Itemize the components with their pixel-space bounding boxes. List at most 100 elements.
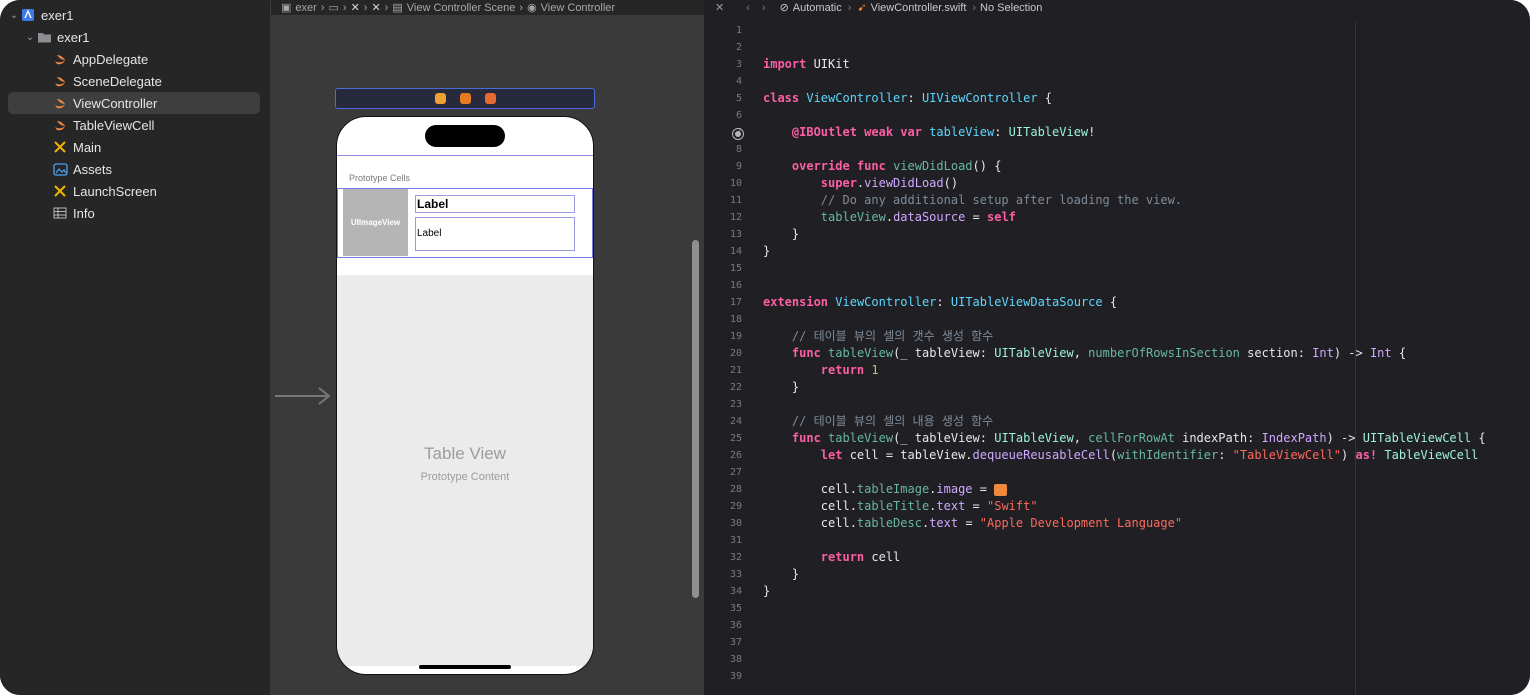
line-number: 39 (729, 671, 742, 682)
line-number: 37 (729, 637, 742, 648)
chevron-right-icon: › (972, 1, 977, 14)
nav-item-scenedelegate[interactable]: SceneDelegate (8, 70, 260, 92)
jump-bar-mode[interactable]: Automatic (793, 2, 842, 14)
scene-dock[interactable] (335, 88, 595, 109)
line-number: 20 (729, 348, 742, 359)
code-line-19: // 테이블 뷰의 셀의 갯수 생성 함수 (763, 329, 994, 343)
nav-item-label: exer1 (57, 29, 90, 45)
table-image-view[interactable]: UIImageView (343, 189, 408, 256)
line-number: 17 (729, 297, 742, 308)
line-number: 24 (729, 416, 742, 427)
forward-icon[interactable]: › (762, 2, 766, 14)
nav-item-info[interactable]: Info (8, 202, 260, 224)
line-number: 35 (729, 603, 742, 614)
breadcrumb-item[interactable]: View Controller Scene (407, 2, 516, 14)
exit-icon[interactable] (484, 93, 496, 104)
xcode-window: ⌄ exer1 ⌄ exer1 AppDelegate SceneDelegat… (0, 0, 1530, 695)
chevron-right-icon: › (363, 1, 368, 14)
table-desc-label[interactable]: Label (415, 217, 575, 251)
nav-item-project[interactable]: ⌄ exer1 (8, 4, 260, 26)
line-number: 5 (735, 93, 742, 104)
code-line-14: } (763, 244, 771, 258)
nav-item-label: AppDelegate (73, 51, 149, 67)
line-number: 1 (735, 25, 742, 36)
breadcrumb-item[interactable]: View Controller (541, 2, 615, 14)
swift-file-icon: ➹ (857, 2, 867, 14)
storyboard-icon: ✕ (371, 2, 381, 14)
storyboard-icon: ▣ (281, 2, 292, 14)
nav-item-group[interactable]: ⌄ exer1 (8, 26, 260, 48)
prototype-cells-label: Prototype Cells (349, 173, 411, 183)
table-view-title: Table View (424, 444, 506, 463)
swift-file-icon (52, 73, 68, 89)
nav-item-label: exer1 (41, 7, 74, 23)
line-number: 11 (729, 195, 742, 206)
first-responder-icon[interactable] (459, 93, 471, 104)
jump-bar-selection[interactable]: No Selection (980, 2, 1042, 14)
folder-icon: ▭ (328, 2, 339, 14)
image-literal-icon[interactable] (994, 483, 1008, 496)
iphone-frame[interactable]: Prototype Cells UIImageView Label Label … (336, 116, 594, 675)
storyboard-icon: ✕ (350, 2, 360, 14)
code-line-25: func tableView(_ tableView: UITableView,… (791, 431, 1486, 445)
home-indicator (419, 665, 511, 669)
chevron-right-icon: › (519, 1, 524, 14)
nav-item-main[interactable]: Main (8, 136, 260, 158)
code-line-7: @IBOutlet weak var tableView: UITableVie… (791, 125, 1096, 139)
initial-view-controller-arrow-icon (275, 387, 331, 405)
assets-icon (52, 161, 68, 177)
line-number: 30 (729, 518, 742, 529)
line-number: 32 (729, 552, 742, 563)
code-line-20: func tableView(_ tableView: UITableView,… (791, 346, 1407, 360)
view-controller-icon: ◉ (527, 2, 537, 14)
nav-item-viewcontroller[interactable]: ViewController (8, 92, 260, 114)
code-line-32: return cell (820, 550, 901, 564)
nav-item-launchscreen[interactable]: LaunchScreen (8, 180, 260, 202)
interface-builder-canvas[interactable]: ▣ exer › ▭ › ✕ › ✕ › ▤ View Controller S… (271, 0, 704, 695)
related-items-icon[interactable]: ⊘ (780, 1, 789, 14)
code-line-10: super.viewDidLoad() (820, 176, 959, 190)
outlet-connection-icon[interactable] (732, 128, 744, 140)
nav-item-label: LaunchScreen (73, 183, 157, 199)
nav-item-tableviewcell[interactable]: TableViewCell (8, 114, 260, 136)
jump-bar-file[interactable]: ViewController.swift (871, 2, 967, 14)
breadcrumb-item[interactable]: exer (295, 2, 316, 14)
code-line-28: cell.tableImage.image = (763, 481, 1008, 498)
dynamic-island (425, 125, 505, 147)
line-number: 29 (729, 501, 742, 512)
code-editor[interactable]: ✕ ‹ › ⊘ Automatic › ➹ ViewController.swi… (705, 0, 1530, 695)
code-line-22: } (763, 380, 800, 394)
line-number: 23 (729, 399, 742, 410)
line-number: 3 (735, 59, 742, 70)
line-number: 28 (729, 484, 742, 495)
scene-icon: ▤ (392, 2, 403, 14)
project-navigator: ⌄ exer1 ⌄ exer1 AppDelegate SceneDelegat… (0, 0, 271, 695)
prototype-cell[interactable]: UIImageView Label Label (337, 188, 593, 258)
line-number: 33 (729, 569, 742, 580)
nav-item-assets[interactable]: Assets (8, 158, 260, 180)
nav-item-label: Main (73, 139, 102, 155)
chevron-down-icon[interactable]: ⌄ (8, 10, 20, 21)
line-number: 9 (735, 161, 742, 172)
table-view[interactable]: Table View Prototype Content (337, 275, 593, 666)
chevron-right-icon: › (320, 1, 325, 14)
code-line-13: } (763, 227, 800, 241)
code-line-9: override func viewDidLoad() { (791, 159, 1002, 173)
storyboard-icon (52, 139, 68, 155)
table-title-label[interactable]: Label (415, 195, 575, 213)
line-number: 12 (729, 212, 742, 223)
code-line-5: class ViewController: UIViewController { (763, 91, 1053, 105)
code-line-30: cell.tableDesc.text = "Apple Development… (763, 516, 1183, 530)
canvas-scrollbar[interactable] (692, 240, 699, 598)
nav-item-appdelegate[interactable]: AppDelegate (8, 48, 260, 70)
chevron-down-icon[interactable]: ⌄ (24, 32, 36, 43)
code-line-3: import UIKit (763, 57, 850, 71)
line-number: 15 (729, 263, 742, 274)
line-number: 19 (729, 331, 742, 342)
back-icon[interactable]: ‹ (746, 2, 750, 14)
plist-icon (52, 205, 68, 221)
view-controller-icon[interactable] (434, 93, 446, 104)
close-icon[interactable]: ✕ (715, 1, 724, 14)
chevron-right-icon: › (342, 1, 347, 14)
swift-file-icon (52, 95, 68, 111)
